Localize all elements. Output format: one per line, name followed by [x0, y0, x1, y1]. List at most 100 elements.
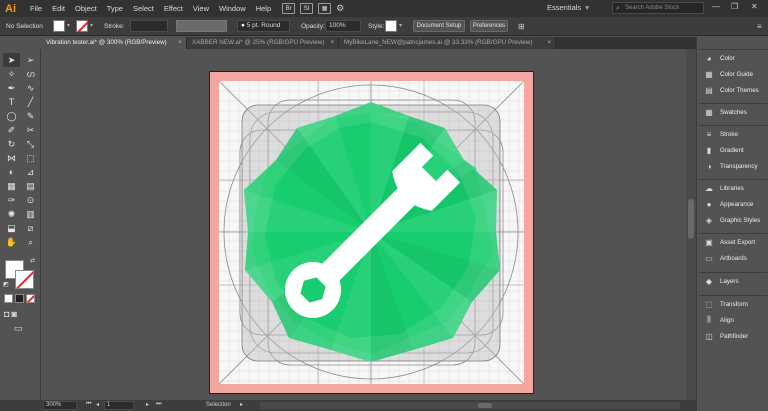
workspace-switcher[interactable]: Essentials ▾: [547, 3, 589, 12]
menu-help[interactable]: Help: [251, 0, 276, 17]
panel-layers[interactable]: ◆ Layers: [699, 273, 767, 289]
line-tool-icon[interactable]: ╱: [22, 95, 39, 109]
arrange-documents-icon[interactable]: ▦: [318, 3, 332, 14]
scissors-tool-icon[interactable]: ✂: [22, 123, 39, 137]
stroke-indicator[interactable]: [15, 270, 34, 289]
panel-transform[interactable]: ⬚ Transform: [699, 296, 767, 312]
first-artboard-icon[interactable]: ⏮: [86, 401, 91, 408]
stock-icon[interactable]: St: [300, 3, 314, 14]
menu-object[interactable]: Object: [70, 0, 102, 17]
tab-vibration-tester[interactable]: Vibration tester.ai* @ 300% (RGB/Preview…: [41, 37, 187, 49]
artboard-number-field[interactable]: 1: [104, 401, 134, 410]
symbol-sprayer-tool-icon[interactable]: ✺: [3, 207, 20, 221]
gradient-mode-icon[interactable]: [15, 294, 24, 303]
tab-mybikelane[interactable]: MyBikeLane_NEW@patricjames.ai @ 33.33% (…: [339, 37, 556, 49]
next-artboard-icon[interactable]: ▸: [146, 401, 149, 408]
variable-width-profile[interactable]: [176, 20, 227, 32]
mesh-tool-icon[interactable]: ▦: [3, 179, 20, 193]
curvature-tool-icon[interactable]: ∿: [22, 81, 39, 95]
stroke-weight-field[interactable]: [130, 20, 168, 32]
zoom-field[interactable]: 300%: [43, 401, 77, 410]
menu-file[interactable]: File: [25, 0, 47, 17]
panel-graphic-styles[interactable]: ◈ Graphic Styles: [699, 212, 767, 228]
previous-artboard-icon[interactable]: ◂: [96, 401, 99, 408]
graphic-style-swatch[interactable]: [385, 20, 397, 32]
style-dropdown-icon[interactable]: ▾: [399, 22, 405, 30]
selection-tool-icon[interactable]: ➤: [3, 53, 20, 67]
panel-artboards[interactable]: ▭ Artboards: [699, 250, 767, 266]
width-tool-icon[interactable]: ⋈: [3, 151, 20, 165]
panel-color[interactable]: ◕ Color: [699, 50, 767, 66]
shaper-tool-icon[interactable]: ✐: [3, 123, 20, 137]
fill-swatch[interactable]: [53, 20, 65, 32]
panel-asset-export[interactable]: ▣ Asset Export: [699, 234, 767, 250]
panel-pathfinder[interactable]: ◫ Pathfinder: [699, 328, 767, 344]
panel-appearance[interactable]: ● Appearance: [699, 196, 767, 212]
color-mode-icon[interactable]: [4, 294, 13, 303]
stroke-dropdown-icon[interactable]: ▾: [90, 22, 96, 30]
zoom-tool-icon[interactable]: ⌕: [22, 235, 39, 249]
swap-fill-stroke-icon[interactable]: ⇄: [30, 257, 35, 264]
horizontal-scrollbar[interactable]: [260, 402, 680, 409]
maximize-icon[interactable]: ❐: [731, 2, 738, 11]
column-graph-tool-icon[interactable]: ▥: [22, 207, 39, 221]
rotate-tool-icon[interactable]: ↻: [3, 137, 20, 151]
hand-tool-icon[interactable]: ✋: [3, 235, 20, 249]
close-tab-icon[interactable]: ×: [330, 37, 334, 49]
menu-select[interactable]: Select: [128, 0, 159, 17]
scroll-thumb[interactable]: [688, 199, 694, 239]
perspective-grid-tool-icon[interactable]: ⊿: [22, 165, 39, 179]
panel-libraries[interactable]: ☁ Libraries: [699, 180, 767, 196]
panel-transparency[interactable]: ◑ Transparency: [699, 158, 767, 174]
canvas-area[interactable]: [41, 49, 686, 400]
draw-inside-icon[interactable]: ◙: [11, 309, 16, 319]
eyedropper-tool-icon[interactable]: ✑: [3, 193, 20, 207]
default-fill-stroke-icon[interactable]: ◩: [3, 281, 9, 288]
free-transform-tool-icon[interactable]: ⬚: [22, 151, 39, 165]
panel-gradient[interactable]: ▮ Gradient: [699, 142, 767, 158]
menu-edit[interactable]: Edit: [47, 0, 70, 17]
gpu-performance-icon[interactable]: ⚙: [336, 3, 344, 14]
shape-builder-tool-icon[interactable]: ◐: [3, 165, 20, 179]
panel-color-themes[interactable]: ▤ Color Themes: [699, 82, 767, 98]
none-mode-icon[interactable]: [26, 294, 35, 303]
bridge-icon[interactable]: Br: [282, 3, 296, 14]
paintbrush-tool-icon[interactable]: ✎: [22, 109, 39, 123]
panel-swatches[interactable]: ▦ Swatches: [699, 104, 767, 120]
minimize-icon[interactable]: —: [712, 2, 720, 11]
screen-mode-icon[interactable]: ▭: [14, 323, 23, 334]
fill-stroke-indicator[interactable]: [5, 260, 35, 290]
horizontal-scroll-thumb[interactable]: [478, 403, 492, 408]
close-icon[interactable]: ✕: [751, 2, 758, 11]
magic-wand-tool-icon[interactable]: ✧: [3, 67, 20, 81]
fill-dropdown-icon[interactable]: ▾: [67, 22, 73, 30]
artboard-tool-icon[interactable]: ⬓: [3, 221, 20, 235]
panel-color-guide[interactable]: ▦ Color Guide: [699, 66, 767, 82]
draw-mode-icon[interactable]: ◘: [4, 309, 9, 319]
slice-tool-icon[interactable]: ⧄: [22, 221, 39, 235]
panel-align[interactable]: ⫼ Align: [699, 312, 767, 328]
type-tool-icon[interactable]: T: [3, 95, 20, 109]
close-tab-icon[interactable]: ×: [547, 37, 551, 49]
menu-effect[interactable]: Effect: [159, 0, 188, 17]
gradient-tool-icon[interactable]: ▤: [22, 179, 39, 193]
vertical-scrollbar[interactable]: [686, 49, 696, 400]
opacity-field[interactable]: 100%: [325, 20, 361, 32]
lasso-tool-icon[interactable]: ഗ: [22, 67, 39, 81]
ellipse-tool-icon[interactable]: ◯: [3, 109, 20, 123]
preferences-button[interactable]: Preferences: [470, 20, 508, 32]
tab-xabber-new[interactable]: XABBER NEW.ai* @ 25% (RGB/GPU Preview) ×: [187, 37, 339, 49]
status-menu-icon[interactable]: ▸: [240, 401, 243, 408]
panel-stroke[interactable]: ≡ Stroke: [699, 126, 767, 142]
scale-tool-icon[interactable]: ⤡: [22, 137, 39, 151]
stroke-swatch[interactable]: [76, 20, 88, 32]
menu-window[interactable]: Window: [214, 0, 251, 17]
direct-selection-tool-icon[interactable]: ➢: [22, 53, 39, 67]
close-tab-icon[interactable]: ×: [178, 37, 182, 49]
artboard[interactable]: [209, 71, 534, 394]
blend-tool-icon[interactable]: ⊙: [22, 193, 39, 207]
menu-type[interactable]: Type: [102, 0, 128, 17]
panel-menu-icon[interactable]: ≡: [757, 22, 762, 31]
menu-view[interactable]: View: [188, 0, 214, 17]
last-artboard-icon[interactable]: ⏭: [156, 401, 161, 408]
